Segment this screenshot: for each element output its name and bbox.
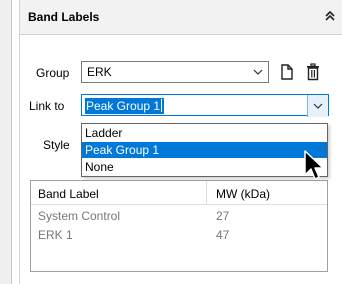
panel-header[interactable]: Band Labels bbox=[20, 0, 342, 35]
column-header-mw[interactable]: MW (kDa) bbox=[216, 187, 270, 201]
panel-title: Band Labels bbox=[28, 10, 100, 24]
link-to-input[interactable]: Peak Group 1 bbox=[85, 98, 165, 114]
link-to-value: Peak Group 1 bbox=[86, 99, 161, 113]
column-header-band-label[interactable]: Band Label bbox=[38, 187, 99, 201]
table-cell[interactable]: 27 bbox=[216, 209, 229, 223]
group-value: ERK bbox=[87, 65, 112, 79]
link-to-label: Link to bbox=[29, 99, 65, 113]
band-label-table[interactable]: Band Label MW (kDa) System Control 27 ER… bbox=[30, 180, 328, 272]
divider bbox=[11, 0, 12, 284]
link-to-dropdown-list[interactable]: Ladder Peak Group 1 None bbox=[81, 123, 328, 177]
left-margin bbox=[0, 0, 11, 284]
divider bbox=[19, 0, 20, 284]
group-select[interactable]: ERK bbox=[81, 61, 269, 83]
table-cell[interactable]: System Control bbox=[38, 209, 120, 223]
dropdown-option-peak-group-1[interactable]: Peak Group 1 bbox=[82, 142, 327, 158]
dropdown-option-ladder[interactable]: Ladder bbox=[82, 125, 327, 141]
chevron-down-icon bbox=[313, 103, 323, 109]
text-caret bbox=[161, 99, 163, 112]
column-separator[interactable] bbox=[206, 181, 207, 204]
table-cell[interactable]: 47 bbox=[216, 228, 229, 242]
table-header: Band Label MW (kDa) bbox=[31, 181, 327, 205]
collapse-icon[interactable] bbox=[324, 9, 336, 23]
dropdown-option-none[interactable]: None bbox=[82, 159, 327, 175]
mouse-pointer-icon bbox=[304, 150, 324, 180]
link-to-combobox[interactable]: Peak Group 1 bbox=[81, 94, 329, 117]
chevron-down-icon bbox=[253, 69, 263, 75]
dropdown-button[interactable] bbox=[307, 95, 328, 117]
trash-icon[interactable] bbox=[305, 63, 321, 81]
new-document-icon[interactable] bbox=[279, 63, 295, 81]
group-label: Group bbox=[36, 66, 70, 80]
table-cell[interactable]: ERK 1 bbox=[38, 228, 73, 242]
style-label: Style bbox=[43, 138, 70, 152]
